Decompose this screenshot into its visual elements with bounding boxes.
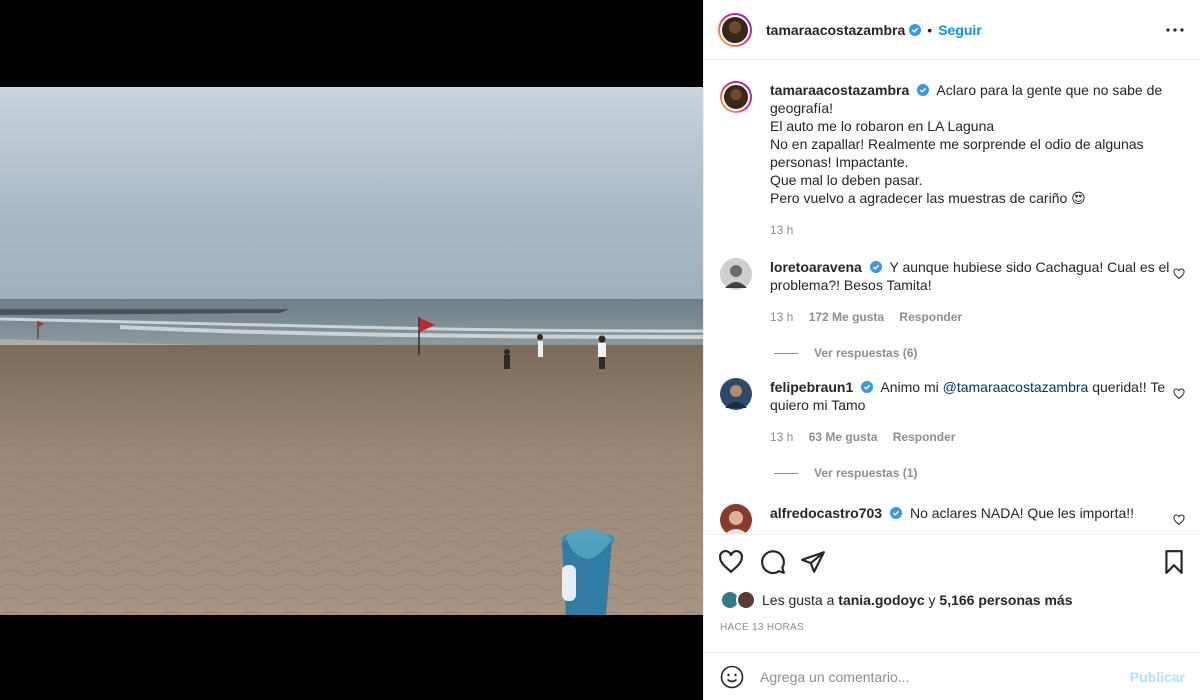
reply-button[interactable]: Responder — [893, 430, 956, 444]
separator-dot: • — [927, 21, 933, 38]
liker-username[interactable]: tania.godoyc — [838, 592, 924, 608]
save-bookmark-icon[interactable] — [1161, 549, 1187, 575]
verified-badge-icon — [917, 84, 930, 96]
verified-badge-icon — [909, 23, 922, 36]
verified-badge-icon — [869, 261, 882, 273]
verified-badge-icon — [890, 507, 903, 519]
view-replies-button[interactable]: Ver respuestas (1) — [774, 466, 1185, 480]
beach-photo-illustration — [0, 87, 703, 615]
share-paper-plane-icon[interactable] — [800, 549, 826, 575]
view-replies-button[interactable]: Ver respuestas (6) — [774, 346, 1185, 360]
comment-item: felipebraun1 Animo mi @tamaraacostazambr… — [720, 378, 1185, 446]
caption-username[interactable]: tamaraacostazambra — [770, 82, 909, 98]
comment-text: No aclares NADA! Que les importa!! — [909, 505, 1135, 521]
replies-divider — [774, 352, 798, 354]
caption-time[interactable]: 13 h — [770, 221, 1185, 239]
author-username[interactable]: tamaraacostazambra — [766, 22, 905, 38]
commenter-avatar[interactable] — [720, 258, 752, 290]
add-comment-bar: Publicar — [704, 652, 1200, 700]
post-side-panel: tamaraacostazambra • Seguir tamaraacosta… — [703, 0, 1200, 700]
instagram-post-dialog: tamaraacostazambra • Seguir tamaraacosta… — [0, 0, 1200, 700]
liker-avatars — [720, 590, 758, 610]
caption-line: Pero vuelvo a agradecer las muestras de … — [770, 190, 1086, 206]
comment-input[interactable] — [760, 668, 1130, 685]
like-comment-heart-icon[interactable] — [1173, 388, 1185, 400]
view-replies-label: Ver respuestas (6) — [814, 346, 918, 360]
author-avatar[interactable] — [718, 12, 752, 47]
comment-bubble-icon[interactable] — [760, 549, 786, 575]
publish-button[interactable]: Publicar — [1130, 669, 1185, 685]
follow-button[interactable]: Seguir — [938, 22, 982, 38]
replies-divider — [774, 472, 798, 474]
comment-time[interactable]: 13 h — [770, 310, 793, 324]
commenter-avatar[interactable] — [720, 504, 752, 534]
liker-avatar[interactable] — [736, 590, 756, 610]
comment-likes[interactable]: 172 Me gusta — [809, 310, 884, 324]
comment-likes[interactable]: 63 Me gusta — [809, 430, 878, 444]
more-options-icon[interactable] — [1163, 18, 1187, 42]
mention-link[interactable]: @tamaraacostazambra — [943, 379, 1089, 395]
emoji-icon[interactable] — [720, 665, 744, 689]
likes-conjunction: y — [928, 592, 936, 608]
comments-list[interactable]: tamaraacostazambra Aclaro para la gente … — [704, 60, 1200, 534]
commenter-username[interactable]: felipebraun1 — [770, 379, 853, 395]
post-photo — [0, 87, 703, 615]
like-comment-heart-icon[interactable] — [1173, 514, 1185, 526]
likes-summary: Les gusta a tania.godoyc y 5,166 persona… — [720, 590, 1073, 610]
caption-line: El auto me lo robaron en LA Laguna — [770, 118, 995, 134]
caption-avatar[interactable] — [720, 81, 752, 113]
reply-button[interactable]: Responder — [899, 310, 962, 324]
view-replies-label: Ver respuestas (1) — [814, 466, 918, 480]
commenter-username[interactable]: loretoaravena — [770, 259, 862, 275]
comment-item: loretoaravena Y aunque hubiese sido Cach… — [720, 258, 1185, 326]
commenter-avatar[interactable] — [720, 378, 752, 410]
comment-item: alfredocastro703 No aclares NADA! Que le… — [720, 504, 1185, 534]
like-heart-icon[interactable] — [718, 549, 744, 575]
post-header: tamaraacostazambra • Seguir — [704, 0, 1200, 60]
likes-others-link[interactable]: 5,166 personas más — [939, 592, 1072, 608]
caption: tamaraacostazambra Aclaro para la gente … — [720, 81, 1185, 239]
post-actions-bar — [704, 534, 1200, 586]
caption-line: Que mal lo deben pasar. — [770, 172, 923, 188]
post-media-pane — [0, 0, 703, 700]
like-comment-heart-icon[interactable] — [1173, 268, 1185, 280]
post-timestamp[interactable]: HACE 13 HORAS — [720, 622, 804, 633]
verified-badge-icon — [861, 381, 874, 393]
trash-bin — [561, 528, 615, 615]
caption-line: No en zapallar! Realmente me sorprende e… — [770, 136, 1144, 170]
comment-time[interactable]: 13 h — [770, 430, 793, 444]
likes-prefix: Les gusta a — [762, 592, 835, 608]
commenter-username[interactable]: alfredocastro703 — [770, 505, 882, 521]
comment-text: Animo mi — [880, 379, 943, 395]
